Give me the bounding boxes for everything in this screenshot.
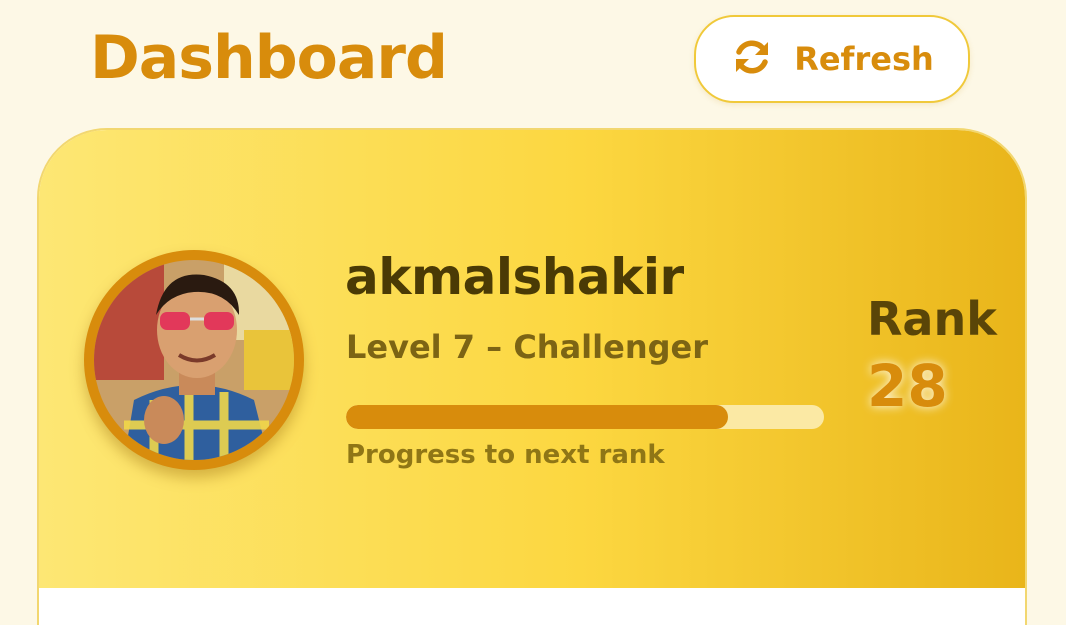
user-avatar — [94, 260, 294, 460]
progress-label: Progress to next rank — [346, 440, 665, 470]
page-title: Dashboard — [90, 23, 448, 93]
level-text: Level 7 – Challenger — [346, 328, 708, 366]
dashboard-page: Dashboard Refresh akmalshakir Level 7 – … — [0, 0, 1066, 625]
rank-label: Rank — [867, 292, 997, 346]
refresh-button[interactable]: Refresh — [694, 15, 970, 103]
rank-progress-bar — [346, 405, 824, 429]
avatar — [84, 250, 304, 470]
rank-value: 28 — [867, 352, 948, 420]
username: akmalshakir — [345, 248, 684, 306]
profile-banner: akmalshakir Level 7 – Challenger Progres… — [39, 130, 1025, 588]
refresh-label: Refresh — [794, 40, 934, 78]
profile-card: akmalshakir Level 7 – Challenger Progres… — [37, 128, 1027, 625]
refresh-icon — [730, 35, 774, 83]
rank-progress-fill — [346, 405, 729, 429]
